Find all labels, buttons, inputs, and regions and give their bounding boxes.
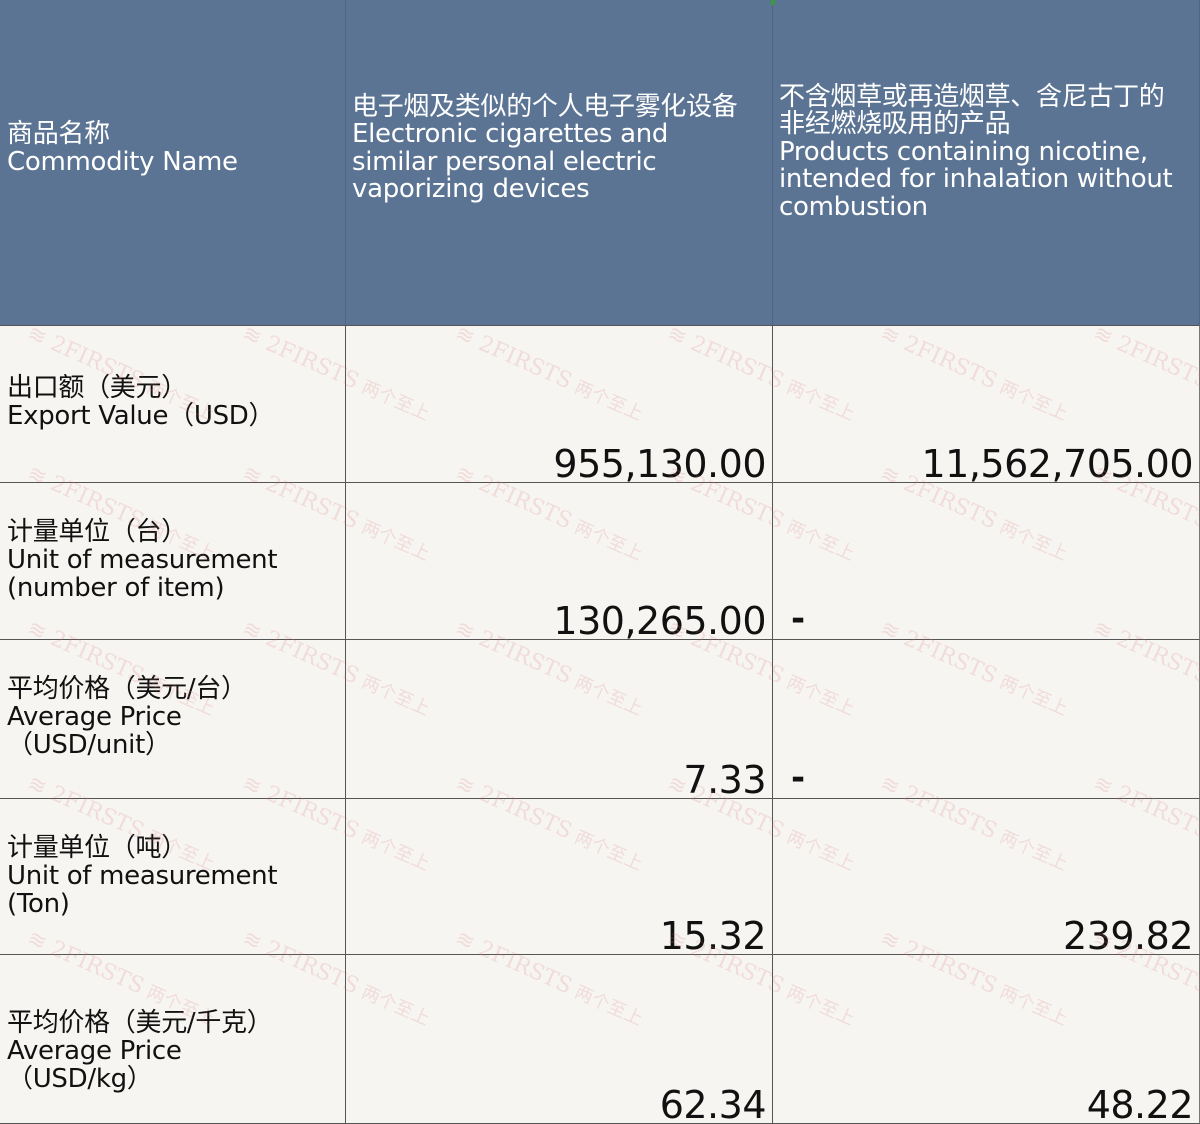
row-label-text: 计量单位（台） Unit of measurement (number of i… bbox=[7, 517, 278, 603]
cell-unit-ton-nicotine: 239.82 bbox=[773, 799, 1200, 955]
cell-export-value-nicotine: 11,562,705.00 bbox=[773, 325, 1200, 483]
cell-unit-items-ecig: 130,265.00 bbox=[346, 483, 773, 640]
header-commodity-name: 商品名称 Commodity Name bbox=[0, 0, 346, 325]
export-data-table: 商品名称 Commodity Name 电子烟及类似的个人电子雾化设备 Elec… bbox=[0, 0, 1200, 1124]
cell-avg-price-kg-ecig: 62.34 bbox=[346, 955, 773, 1124]
cell-avg-price-unit-ecig: 7.33 bbox=[346, 640, 773, 799]
cell-avg-price-unit-nicotine: - bbox=[773, 640, 1200, 799]
header-e-cigarettes-text: 电子烟及类似的个人电子雾化设备 Electronic cigarettes an… bbox=[352, 91, 738, 204]
cell-value-empty: - bbox=[791, 758, 806, 798]
cell-value: 15.32 bbox=[659, 914, 767, 955]
cell-value: 11,562,705.00 bbox=[921, 442, 1193, 483]
cell-value: 62.34 bbox=[659, 1083, 767, 1124]
cell-unit-ton-ecig: 15.32 bbox=[346, 799, 773, 955]
cell-value: 48.22 bbox=[1086, 1083, 1194, 1124]
cell-value: 7.33 bbox=[683, 758, 766, 799]
header-e-cigarettes: 电子烟及类似的个人电子雾化设备 Electronic cigarettes an… bbox=[346, 0, 773, 325]
row-label-text: 计量单位（吨） Unit of measurement (Ton) bbox=[7, 833, 278, 919]
row-label-unit-ton: 计量单位（吨） Unit of measurement (Ton) bbox=[0, 799, 346, 955]
row-label-unit-items: 计量单位（台） Unit of measurement (number of i… bbox=[0, 483, 346, 640]
header-nicotine-products-text: 不含烟草或再造烟草、含尼古丁的 非经燃烧吸用的产品 Products conta… bbox=[779, 81, 1173, 222]
cell-value: 239.82 bbox=[1063, 914, 1193, 955]
cell-unit-items-nicotine: - bbox=[773, 483, 1200, 640]
row-label-text: 出口额（美元） Export Value（USD） bbox=[7, 373, 275, 431]
header-commodity-name-text: 商品名称 Commodity Name bbox=[7, 119, 238, 177]
row-label-text: 平均价格（美元/千克） Average Price （USD/kg） bbox=[7, 1008, 273, 1094]
row-label-avg-price-kg: 平均价格（美元/千克） Average Price （USD/kg） bbox=[0, 955, 346, 1124]
cell-export-value-ecig: 955,130.00 bbox=[346, 325, 773, 483]
row-label-text: 平均价格（美元/台） Average Price （USD/unit） bbox=[7, 674, 247, 760]
header-nicotine-products: 不含烟草或再造烟草、含尼古丁的 非经燃烧吸用的产品 Products conta… bbox=[773, 0, 1200, 325]
row-label-avg-price-unit: 平均价格（美元/台） Average Price （USD/unit） bbox=[0, 640, 346, 799]
cell-value: 955,130.00 bbox=[553, 442, 766, 483]
cell-value-empty: - bbox=[791, 599, 806, 639]
cell-avg-price-kg-nicotine: 48.22 bbox=[773, 955, 1200, 1124]
corner-mark bbox=[771, 0, 775, 5]
cell-value: 130,265.00 bbox=[553, 599, 766, 640]
row-label-export-value: 出口额（美元） Export Value（USD） bbox=[0, 325, 346, 483]
